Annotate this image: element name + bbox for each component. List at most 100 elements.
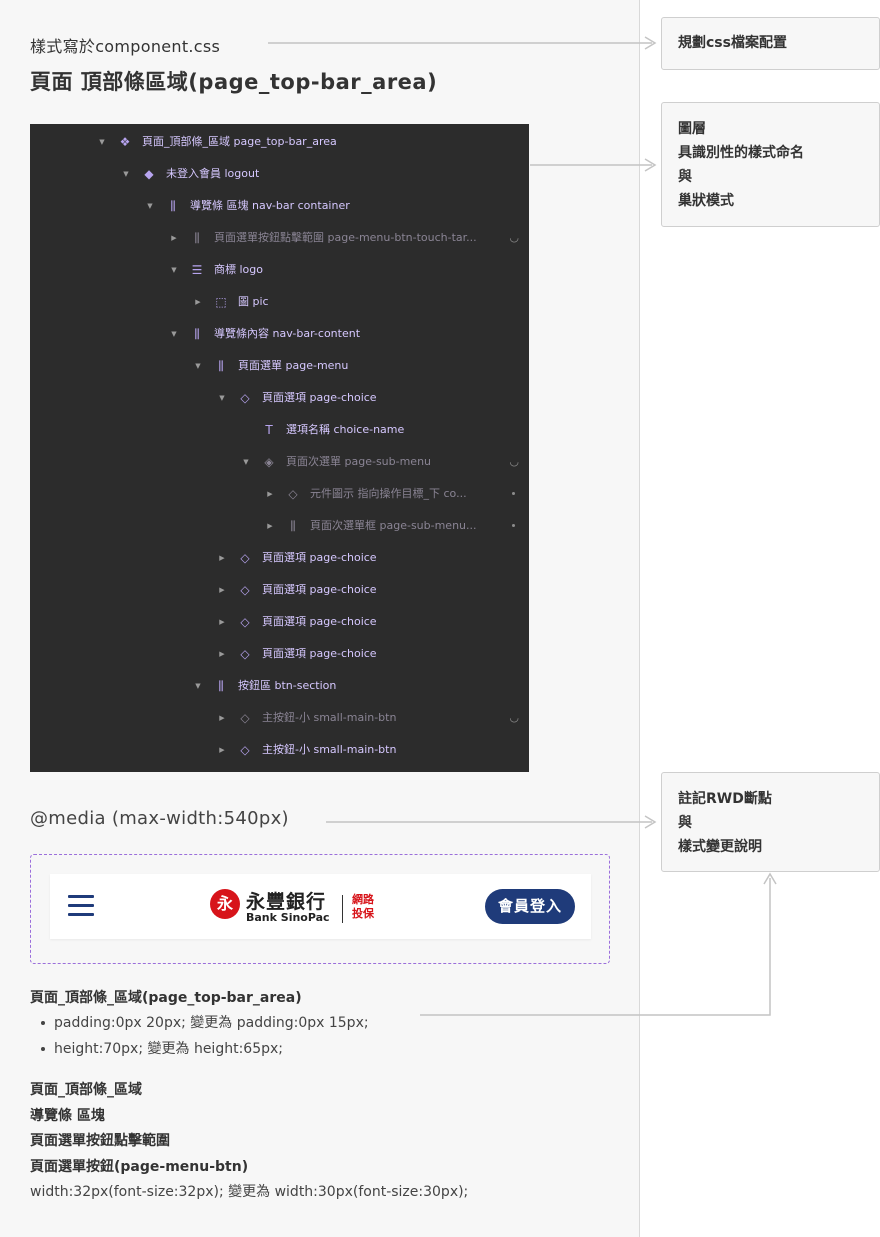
callout-rwd: 註記RWD斷點 與 樣式變更說明 — [661, 772, 880, 872]
hamburger-icon[interactable] — [68, 894, 94, 918]
layer-name: 元件圖示 指向操作目標_下 co... — [310, 487, 467, 500]
notes-path-4: 頁面選單按鈕(page-menu-btn) — [30, 1158, 249, 1175]
text-icon: T — [265, 423, 273, 437]
callout-layers: 圖層 具識別性的樣式命名 與 巢狀模式 — [661, 102, 880, 227]
caret-right-icon[interactable]: ▶ — [266, 521, 274, 531]
instance-icon: ◇ — [240, 391, 250, 405]
layer-row[interactable]: ▼ ❖ 頁面_頂部條_區域 page_top-bar_area — [30, 126, 529, 158]
layer-row[interactable]: ▶ ◇ 主按鈕-小 small-main-btn ◡ — [30, 702, 529, 734]
arrowhead-notes — [763, 872, 777, 885]
caret-right-icon[interactable]: ▶ — [218, 649, 226, 659]
logo-mark-icon: 永 — [210, 889, 240, 919]
notes-path-1: 頁面_頂部條_區域 — [30, 1082, 142, 1098]
menu-btn-change-notes: 頁面_頂部條_區域 導覽條 區塊 頁面選單按鈕點擊範圍 頁面選單按鈕(page-… — [30, 1078, 630, 1206]
callout-text: 規劃css檔案配置 — [678, 35, 787, 51]
layer-row[interactable]: ▶ ◇ 頁面選項 page-choice — [30, 606, 529, 638]
layer-name: 頁面次選單 page-sub-menu — [286, 455, 432, 468]
layer-row[interactable]: ▶ ◇ 頁面選項 page-choice — [30, 574, 529, 606]
hidden-eye-icon[interactable]: ◡ — [509, 454, 519, 470]
layer-row[interactable]: ▶ ⫼ 頁面次選單框 page-sub-menu... — [30, 510, 529, 542]
caret-down-icon[interactable]: ▼ — [218, 393, 226, 403]
callout-css-plan: 規劃css檔案配置 — [661, 17, 880, 70]
media-query-label: @media (max-width:540px) — [30, 808, 289, 829]
arrowhead-layers — [644, 158, 657, 172]
page-title: 頁面 頂部條區域(page_top-bar_area) — [30, 70, 438, 94]
caret-right-icon[interactable]: ▶ — [218, 553, 226, 563]
caret-right-icon[interactable]: ▶ — [218, 713, 226, 723]
layer-row[interactable]: ▼ ◇ 頁面選項 page-choice — [30, 382, 529, 414]
layer-row[interactable]: ▶ ◇ 頁面選項 page-choice — [30, 638, 529, 670]
layer-row[interactable]: ▶ ◇ 元件圖示 指向操作目標_下 co... — [30, 478, 529, 510]
layer-name: 頁面選項 page-choice — [262, 647, 377, 660]
variant-diamond-icon: ◆ — [144, 167, 154, 181]
layer-name: 頁面選項 page-choice — [262, 551, 377, 564]
caret-down-icon[interactable]: ▼ — [122, 169, 130, 179]
layer-name: 頁面選項 page-choice — [262, 615, 377, 628]
caret-right-icon[interactable]: ▶ — [194, 297, 202, 307]
layer-name: 商標 logo — [214, 263, 263, 276]
caret-right-icon[interactable]: ▶ — [218, 617, 226, 627]
layer-name: 頁面選項 page-choice — [262, 583, 377, 596]
horizontal-layout-icon: ⫼ — [218, 359, 224, 373]
component-icon: ❖ — [119, 135, 131, 149]
instance-icon: ◇ — [240, 615, 250, 629]
caret-down-icon[interactable]: ▼ — [194, 361, 202, 371]
callout-text: 圖層 — [678, 121, 706, 137]
layer-name: 頁面選項 page-choice — [262, 391, 377, 404]
instance-icon: ◇ — [240, 647, 250, 661]
layer-row[interactable]: ▶ ⬚ 圖 pic — [30, 286, 529, 318]
layer-row[interactable]: ▶ ◇ 主按鈕-小 small-main-btn — [30, 734, 529, 766]
logo-web-line-1: 網路 — [352, 893, 374, 906]
instance-icon: ◇ — [240, 551, 250, 565]
css-file-note: 樣式寫於component.css — [30, 37, 221, 56]
instance-icon: ◇ — [240, 711, 250, 725]
layer-row[interactable]: ▶ ◇ 頁面選項 page-choice — [30, 542, 529, 574]
bank-logo[interactable]: 永 永豐銀行 Bank SinoPac 網路 投保 — [210, 887, 390, 927]
layer-row[interactable]: ▼ ⫼ 導覽條內容 nav-bar-content — [30, 318, 529, 350]
callout-text: 註記RWD斷點 — [678, 791, 772, 807]
member-login-button[interactable]: 會員登入 — [485, 889, 575, 924]
layer-row[interactable]: ▼ ☰ 商標 logo — [30, 254, 529, 286]
caret-right-icon[interactable]: ▶ — [218, 745, 226, 755]
top-bar-preview: 永 永豐銀行 Bank SinoPac 網路 投保 會員登入 — [50, 874, 591, 939]
caret-down-icon[interactable]: ▼ — [242, 457, 250, 467]
caret-right-icon[interactable]: ▶ — [218, 585, 226, 595]
vertical-layout-icon: ⫼ — [290, 519, 296, 533]
caret-right-icon[interactable]: ▶ — [170, 233, 178, 243]
layer-row[interactable]: ▼ ⫼ 導覽條 區塊 nav-bar container — [30, 190, 529, 222]
dot-icon — [512, 492, 515, 495]
layer-row[interactable]: ▼ ⫼ 頁面選單 page-menu — [30, 350, 529, 382]
caret-down-icon[interactable]: ▼ — [194, 681, 202, 691]
layer-name: 頁面次選單框 page-sub-menu... — [310, 519, 477, 532]
notes-width-change: width:32px(font-size:32px); 變更為 width:30… — [30, 1184, 469, 1200]
arrowhead-media — [644, 815, 657, 829]
caret-down-icon[interactable]: ▼ — [98, 137, 106, 147]
layer-row[interactable]: ▶ ⫼ 頁面選單按鈕點擊範圍 page-menu-btn-touch-tar... ◡ — [30, 222, 529, 254]
logo-web-insurance: 網路 投保 — [352, 893, 376, 921]
caret-right-icon[interactable]: ▶ — [266, 489, 274, 499]
layer-row[interactable]: T 選項名稱 choice-name — [30, 414, 529, 446]
caret-down-icon[interactable]: ▼ — [170, 329, 178, 339]
layer-name: 頁面選單 page-menu — [238, 359, 349, 372]
layer-name: 導覽條 區塊 nav-bar container — [190, 199, 350, 212]
horizontal-layout-icon: ⫼ — [194, 231, 200, 245]
hidden-eye-icon[interactable]: ◡ — [509, 710, 519, 726]
layer-name: 導覽條內容 nav-bar-content — [214, 327, 361, 340]
caret-down-icon[interactable]: ▼ — [170, 265, 178, 275]
caret-down-icon[interactable]: ▼ — [146, 201, 154, 211]
instance-icon: ◇ — [240, 583, 250, 597]
layer-row[interactable]: ▼ ◆ 未登入會員 logout — [30, 158, 529, 190]
horizontal-layout-icon: ⫼ — [170, 199, 176, 213]
hidden-eye-icon[interactable]: ◡ — [509, 230, 519, 246]
instance-icon: ◇ — [288, 487, 298, 501]
arrowhead-css-plan — [644, 36, 657, 50]
layer-row[interactable]: ▼ ◈ 頁面次選單 page-sub-menu ◡ — [30, 446, 529, 478]
layers-panel: ▼ ❖ 頁面_頂部條_區域 page_top-bar_area ▼ ◆ 未登入會員 log… — [30, 124, 529, 772]
layer-name: 圖 pic — [238, 295, 269, 308]
logo-divider — [342, 895, 343, 923]
instance-frame-icon: ◈ — [264, 455, 274, 469]
notes-path-3: 頁面選單按鈕點擊範圍 — [30, 1133, 170, 1149]
list-item: height:70px; 變更為 height:65px; — [30, 1036, 610, 1062]
layer-row[interactable]: ▼ ⫼ 按鈕區 btn-section — [30, 670, 529, 702]
logo-chinese-name: 永豐銀行 — [246, 891, 327, 913]
